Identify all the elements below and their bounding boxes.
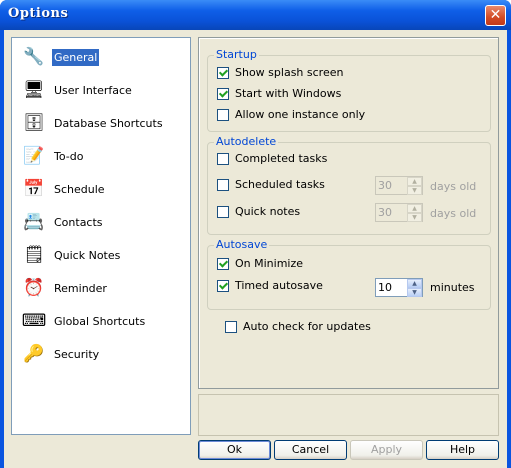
scheduled-tasks-days-spinner[interactable]: 30 ▲ ▼: [375, 176, 423, 195]
spin-up-icon[interactable]: ▲: [407, 204, 422, 213]
spin-down-icon[interactable]: ▼: [407, 288, 422, 297]
apply-button[interactable]: Apply: [350, 440, 423, 460]
timed-autosave-option[interactable]: Timed autosave: [217, 279, 323, 292]
auto-check-updates-checkbox[interactable]: [225, 320, 237, 333]
quick-notes-unit: days old: [430, 207, 477, 220]
sidebar-item-global-shortcuts[interactable]: ⌨ Global Shortcuts: [22, 306, 187, 336]
one-instance-checkbox[interactable]: [217, 108, 229, 121]
sidebar-item-todo[interactable]: 📝 To-do: [22, 141, 187, 171]
sidebar-item-label: Quick Notes: [54, 248, 121, 262]
sidebar-item-label: Database Shortcuts: [54, 116, 163, 130]
alarm-clock-icon: ⏰: [23, 278, 45, 298]
notepad-pencil-icon: 📝: [23, 146, 45, 166]
sidebar-item-label: Schedule: [54, 182, 105, 196]
keyboard-icon: ⌨: [21, 311, 47, 331]
quick-notes-label: Quick notes: [235, 205, 301, 218]
autodelete-group-title: Autodelete: [214, 135, 279, 148]
auto-check-updates-option[interactable]: Auto check for updates: [225, 320, 371, 333]
wrench-gear-icon: 🔧: [23, 47, 45, 67]
sidebar-item-schedule[interactable]: 📅 Schedule: [22, 174, 187, 204]
timed-autosave-unit: minutes: [430, 281, 475, 294]
sidebar-item-database-shortcuts[interactable]: 🗄 Database Shortcuts: [22, 108, 187, 138]
ok-button[interactable]: Ok: [198, 440, 271, 460]
show-splash-label: Show splash screen: [235, 66, 344, 79]
monitor-icon: 🖥: [23, 80, 45, 100]
on-minimize-checkbox[interactable]: [217, 257, 229, 270]
scheduled-tasks-unit: days old: [430, 180, 477, 193]
sidebar-item-quick-notes[interactable]: 🗒 Quick Notes: [22, 240, 187, 270]
contact-card-icon: 📇: [23, 212, 45, 232]
quick-notes-days-value: 30: [378, 206, 392, 219]
quick-notes-option[interactable]: Quick notes: [217, 205, 300, 218]
close-button[interactable]: ✕: [485, 5, 506, 26]
on-minimize-option[interactable]: On Minimize: [217, 257, 303, 270]
sticky-note-icon: 🗒: [23, 245, 45, 265]
database-icon: 🗄: [23, 113, 45, 133]
key-icon: 🔑: [23, 344, 45, 364]
sidebar-item-contacts[interactable]: 📇 Contacts: [22, 207, 187, 237]
start-with-windows-option[interactable]: Start with Windows: [217, 87, 341, 100]
sidebar-item-user-interface[interactable]: 🖥 User Interface: [22, 75, 187, 105]
quick-notes-checkbox[interactable]: [217, 205, 229, 218]
completed-tasks-checkbox[interactable]: [217, 152, 229, 165]
sidebar-item-label: Contacts: [54, 215, 103, 229]
show-splash-option[interactable]: Show splash screen: [217, 66, 343, 79]
scheduled-tasks-days-value: 30: [378, 179, 392, 192]
scheduled-tasks-option[interactable]: Scheduled tasks: [217, 178, 325, 191]
timed-autosave-minutes-value: 10: [378, 281, 392, 294]
show-splash-checkbox[interactable]: [217, 66, 229, 79]
spin-up-icon[interactable]: ▲: [407, 279, 422, 288]
spin-up-icon[interactable]: ▲: [407, 177, 422, 186]
sidebar-item-label: Security: [54, 347, 100, 361]
one-instance-option[interactable]: Allow one instance only: [217, 108, 365, 121]
autodelete-group: Autodelete Completed tasks Scheduled tas…: [207, 135, 491, 235]
dialog-body: 🔧 General 🖥 User Interface 🗄 Database Sh…: [4, 30, 507, 468]
timed-autosave-checkbox[interactable]: [217, 279, 229, 292]
startup-group: Startup Show splash screen Start with Wi…: [207, 48, 491, 132]
timed-autosave-label: Timed autosave: [235, 279, 323, 292]
help-button[interactable]: Help: [426, 440, 499, 460]
sidebar-item-label: To-do: [54, 149, 84, 163]
cancel-button[interactable]: Cancel: [274, 440, 347, 460]
calendar-icon: 📅: [23, 179, 45, 199]
completed-tasks-option[interactable]: Completed tasks: [217, 152, 327, 165]
title-bar[interactable]: Options ✕: [0, 0, 511, 30]
status-area: [198, 394, 499, 436]
one-instance-label: Allow one instance only: [235, 108, 366, 121]
window-title: Options: [8, 6, 69, 21]
start-with-windows-checkbox[interactable]: [217, 87, 229, 100]
scheduled-tasks-label: Scheduled tasks: [235, 178, 325, 191]
on-minimize-label: On Minimize: [235, 257, 304, 270]
spin-down-icon[interactable]: ▼: [407, 186, 422, 195]
sidebar-item-security[interactable]: 🔑 Security: [22, 339, 187, 369]
sidebar-item-general[interactable]: 🔧 General: [22, 42, 187, 72]
sidebar-item-label: User Interface: [54, 83, 132, 97]
autosave-group: Autosave On Minimize Timed autosave 10 ▲…: [207, 238, 491, 310]
sidebar-item-reminder[interactable]: ⏰ Reminder: [22, 273, 187, 303]
sidebar-item-label: Reminder: [54, 281, 107, 295]
sidebar-item-label: Global Shortcuts: [54, 314, 146, 328]
timed-autosave-minutes-spinner[interactable]: 10 ▲ ▼: [375, 278, 423, 297]
startup-group-title: Startup: [214, 48, 259, 61]
auto-check-updates-label: Auto check for updates: [243, 320, 371, 333]
sidebar-item-label: General: [52, 48, 100, 66]
completed-tasks-label: Completed tasks: [235, 152, 328, 165]
spin-down-icon[interactable]: ▼: [407, 213, 422, 222]
scheduled-tasks-checkbox[interactable]: [217, 178, 229, 191]
close-icon: ✕: [489, 7, 502, 23]
general-settings-panel: Startup Show splash screen Start with Wi…: [198, 37, 499, 389]
category-list[interactable]: 🔧 General 🖥 User Interface 🗄 Database Sh…: [11, 37, 191, 435]
start-with-windows-label: Start with Windows: [235, 87, 342, 100]
autosave-group-title: Autosave: [214, 238, 270, 251]
quick-notes-days-spinner[interactable]: 30 ▲ ▼: [375, 203, 423, 222]
options-window: Options ✕ 🔧 General 🖥 User Interface 🗄 D…: [0, 0, 511, 468]
